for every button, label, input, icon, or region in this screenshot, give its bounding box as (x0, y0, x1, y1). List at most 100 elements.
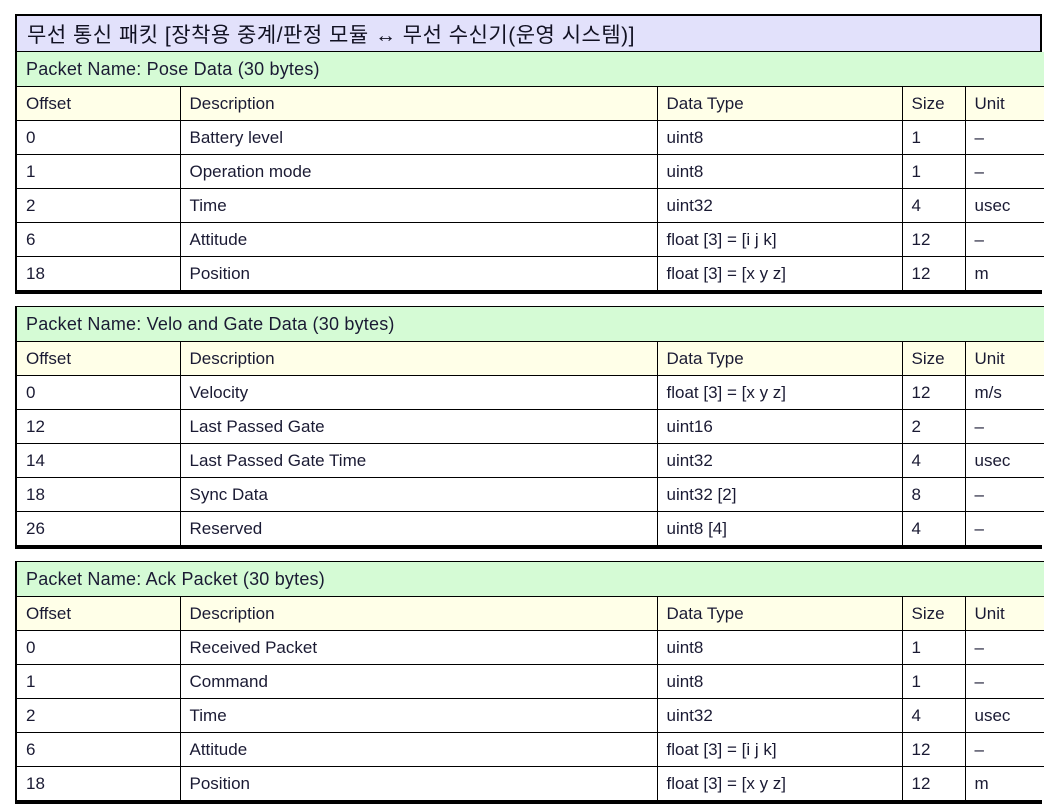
cell-offset: 1 (17, 664, 181, 699)
cell-offset: 12 (17, 409, 181, 444)
table-row: 14 Last Passed Gate Time uint32 4 usec (17, 443, 1045, 478)
cell-description: Battery level (179, 120, 658, 155)
column-header-description: Description (179, 86, 658, 121)
table-gap (15, 294, 1042, 306)
cell-data-type: float [3] = [x y z] (656, 256, 903, 290)
cell-data-type: float [3] = [i j k] (656, 732, 903, 767)
packet-spec-page: 무선 통신 패킷 [장착용 중계/판정 모듈 ↔ 무선 수신기(운영 시스템)]… (0, 0, 1057, 804)
cell-size: 1 (901, 120, 966, 155)
column-header-data-type: Data Type (656, 341, 903, 376)
cell-size: 2 (901, 409, 966, 444)
column-header-size: Size (901, 86, 966, 121)
cell-size: 4 (901, 511, 966, 545)
cell-offset: 26 (17, 511, 181, 545)
table-row: 0 Battery level uint8 1– (17, 120, 1044, 155)
cell-offset: 18 (17, 766, 181, 800)
cell-unit: – (964, 630, 1045, 665)
table-row: 12 Last Passed Gate uint16 2– (17, 409, 1045, 444)
packet-name-row: Packet Name: Ack Packet (30 bytes) (17, 561, 1045, 597)
cell-description: Last Passed Gate Time (179, 443, 658, 478)
cell-size: 12 (901, 375, 966, 410)
table-gap (15, 549, 1042, 561)
cell-description: Received Packet (179, 630, 658, 665)
cell-description: Time (179, 698, 658, 733)
cell-offset: 6 (17, 732, 181, 767)
cell-size: 4 (901, 698, 966, 733)
cell-unit: – (964, 732, 1045, 767)
table-row: 6 Attitude float [3] = [i j k] 12– (17, 732, 1045, 767)
cell-description: Last Passed Gate (179, 409, 658, 444)
cell-unit: usec (964, 443, 1045, 478)
cell-data-type: uint32 (656, 698, 903, 733)
table-row: 6 Attitude float [3] = [i j k] 12– (17, 222, 1044, 257)
cell-data-type: uint32 (656, 443, 903, 478)
cell-unit: – (964, 409, 1045, 444)
packet-tables-host: Packet Name: Pose Data (30 bytes) Offset D… (15, 52, 1045, 804)
cell-offset: 6 (17, 222, 181, 257)
cell-unit: m/s (964, 375, 1045, 410)
cell-data-type: float [3] = [x y z] (656, 766, 903, 800)
column-header-data-type: Data Type (656, 86, 903, 121)
cell-data-type: uint16 (656, 409, 903, 444)
cell-data-type: uint8 (656, 120, 903, 155)
cell-size: 12 (901, 732, 966, 767)
cell-data-type: float [3] = [i j k] (656, 222, 903, 257)
cell-data-type: uint32 (656, 188, 903, 223)
cell-offset: 18 (17, 256, 181, 290)
packet-field-table: Packet Name: Ack Packet (30 bytes) Offset… (17, 561, 1045, 800)
cell-size: 4 (901, 188, 966, 223)
cell-offset: 18 (17, 477, 181, 512)
cell-description: Position (179, 256, 658, 290)
table-row: 0 Velocity float [3] = [x y z] 12 m/s (17, 375, 1045, 410)
cell-offset: 0 (17, 630, 181, 665)
cell-unit: – (964, 664, 1045, 699)
cell-offset: 1 (17, 154, 181, 189)
column-header-unit: Unit (964, 596, 1045, 631)
cell-description: Attitude (179, 732, 658, 767)
cell-offset: 0 (17, 120, 181, 155)
column-header-row: Offset Description Data Type Size Unit (17, 341, 1045, 376)
cell-description: Sync Data (179, 477, 658, 512)
cell-unit: – (964, 222, 1044, 257)
cell-offset: 2 (17, 698, 181, 733)
packet-table-3: Packet Name: Ack Packet (30 bytes) Offset… (15, 561, 1045, 804)
table-row: 18 Position float [3] = [x y z] 12 m (17, 256, 1044, 290)
column-header-unit: Unit (964, 86, 1044, 121)
table-row: 26 Reserved uint8 [4] 4– (17, 511, 1045, 545)
column-header-data-type: Data Type (656, 596, 903, 631)
packet-name-label: Packet Name: Ack Packet (30 bytes) (17, 561, 1045, 597)
packet-field-table: Packet Name: Pose Data (30 bytes) Offset D… (17, 52, 1044, 290)
cell-offset: 0 (17, 375, 181, 410)
cell-data-type: uint32 [2] (656, 477, 903, 512)
packet-name-label: Packet Name: Pose Data (30 bytes) (17, 52, 1044, 87)
cell-data-type: uint8 (656, 630, 903, 665)
cell-size: 12 (901, 766, 966, 800)
cell-unit: – (964, 477, 1045, 512)
table-row: 2 Time uint32 4 usec (17, 698, 1045, 733)
cell-unit: – (964, 154, 1044, 189)
packet-name-row: Packet Name: Pose Data (30 bytes) (17, 52, 1044, 87)
cell-description: Velocity (179, 375, 658, 410)
column-header-size: Size (901, 596, 966, 631)
packet-name-label: Packet Name: Velo and Gate Data (30 byte… (17, 306, 1045, 342)
packet-name-row: Packet Name: Velo and Gate Data (30 byte… (17, 306, 1045, 342)
column-header-unit: Unit (964, 341, 1045, 376)
cell-description: Position (179, 766, 658, 800)
column-header-row: Offset Description Data Type Size Unit (17, 86, 1044, 121)
cell-size: 1 (901, 630, 966, 665)
page-title: 무선 통신 패킷 [장착용 중계/판정 모듈 ↔ 무선 수신기(운영 시스템)] (15, 14, 1042, 52)
cell-description: Time (179, 188, 658, 223)
column-header-row: Offset Description Data Type Size Unit (17, 596, 1045, 631)
packet-field-table: Packet Name: Velo and Gate Data (30 byte… (17, 306, 1045, 545)
cell-size: 8 (901, 477, 966, 512)
cell-data-type: uint8 (656, 664, 903, 699)
packet-table-1: Packet Name: Pose Data (30 bytes) Offset D… (15, 52, 1044, 294)
cell-offset: 14 (17, 443, 181, 478)
column-header-description: Description (179, 596, 658, 631)
table-row: 1 Operation mode uint8 1– (17, 154, 1044, 189)
cell-description: Reserved (179, 511, 658, 545)
cell-size: 1 (901, 664, 966, 699)
cell-unit: usec (964, 188, 1044, 223)
cell-unit: usec (964, 698, 1045, 733)
cell-data-type: uint8 (656, 154, 903, 189)
